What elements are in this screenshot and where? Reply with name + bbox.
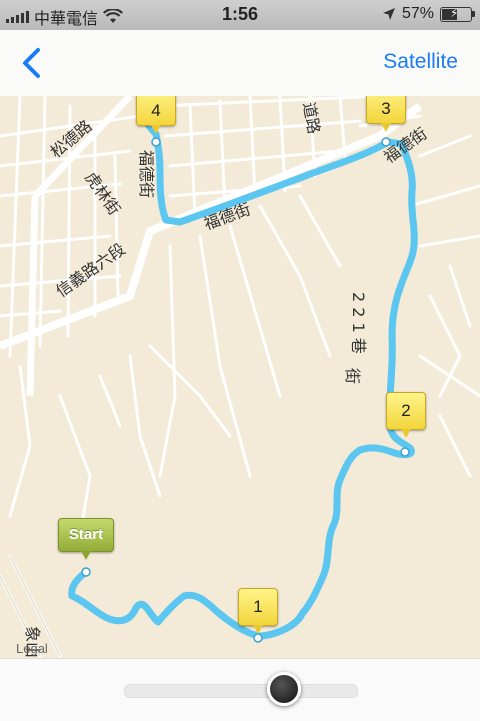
- battery-icon: ⚡: [440, 5, 475, 22]
- street-network: [0, 96, 480, 658]
- chevron-left-icon: [23, 48, 40, 78]
- bottom-toolbar: [0, 658, 480, 721]
- waypoint-pin-3-tail: [381, 123, 391, 132]
- map-view[interactable]: 松德路 虎林街 信義路六段 福德街 福德街 2 2 1 巷 街 道路 福德街 象…: [0, 96, 480, 658]
- satellite-button[interactable]: Satellite: [383, 50, 458, 74]
- waypoint-pin-1[interactable]: 1: [238, 588, 278, 634]
- legal-link[interactable]: Legal: [16, 641, 48, 656]
- street-label-lane-prefix: 街: [343, 368, 362, 385]
- waypoint-pin-3-label: 3: [366, 96, 406, 124]
- waypoint-pin-4-tail: [151, 125, 161, 134]
- waypoint-pin-1-tail: [253, 625, 263, 634]
- start-pin-tail: [81, 551, 91, 560]
- waypoint-pin-2-label: 2: [386, 392, 426, 430]
- navigation-bar: Satellite: [0, 30, 480, 97]
- street-label-vertical: 福德街: [137, 150, 156, 199]
- waypoint-pin-1-label: 1: [238, 588, 278, 626]
- battery-percent: 57%: [401, 5, 434, 22]
- waypoint-pin-4[interactable]: 4: [136, 96, 176, 134]
- route-slider-thumb[interactable]: [267, 672, 301, 706]
- waypoint-pin-2-tail: [401, 429, 411, 438]
- back-button[interactable]: [14, 44, 54, 84]
- street-label-lane: 2 2 1 巷: [349, 292, 368, 354]
- charging-bolt-icon: ⚡: [450, 5, 459, 20]
- status-right: 57% ⚡: [382, 5, 475, 23]
- waypoint-pin-3[interactable]: 3: [366, 96, 406, 132]
- start-pin[interactable]: Start: [58, 518, 114, 560]
- waypoint-pin-2[interactable]: 2: [386, 392, 426, 438]
- start-pin-label: Start: [58, 518, 114, 552]
- waypoint-pin-4-label: 4: [136, 96, 176, 126]
- route-slider-track[interactable]: [124, 684, 358, 698]
- location-arrow-icon: [382, 8, 395, 20]
- status-bar: 中華電信 1:56 57% ⚡: [0, 0, 480, 30]
